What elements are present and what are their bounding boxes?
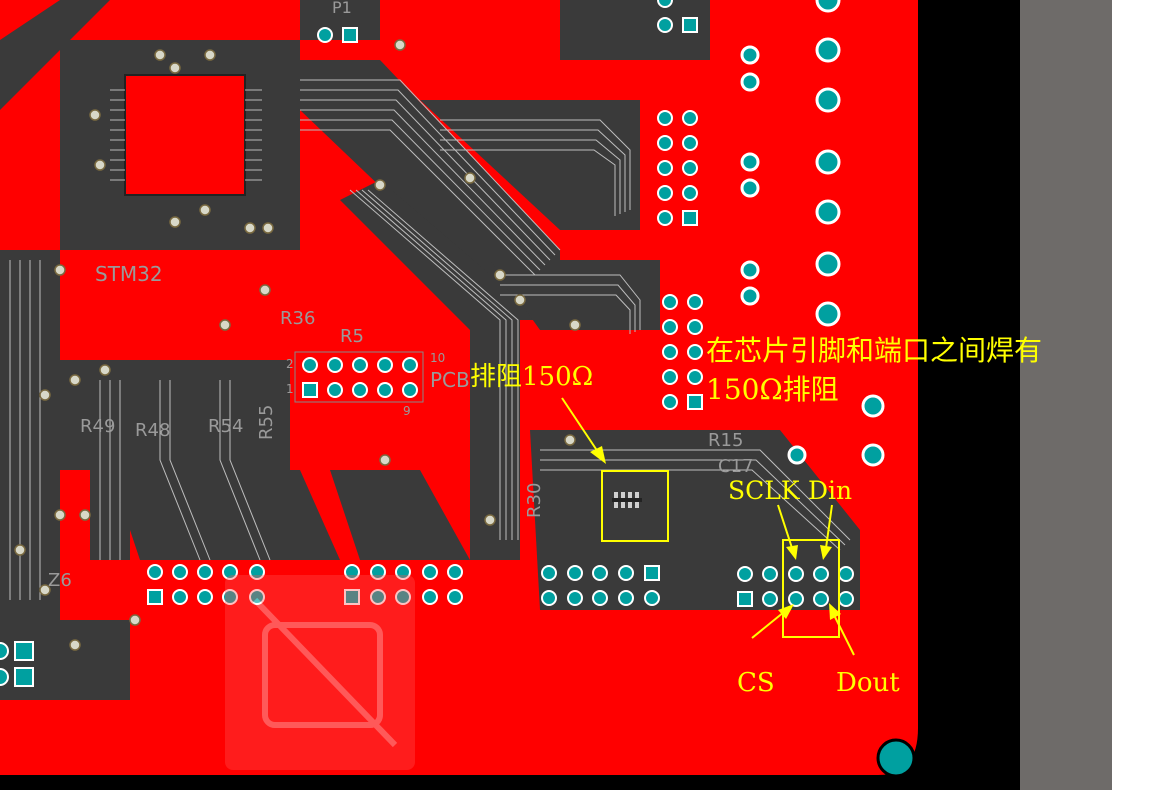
label-sclk: SCLK xyxy=(728,476,800,505)
annotation-array-resistor: 排阻150Ω xyxy=(470,362,594,392)
r48-label: R48 xyxy=(135,420,171,441)
pcb-layout-diagram xyxy=(0,0,1152,790)
side-panel xyxy=(1020,0,1112,790)
r36-label: R36 xyxy=(280,308,316,329)
label-dout: Dout xyxy=(836,668,900,698)
right-margin xyxy=(1112,0,1152,790)
r15-label: R15 xyxy=(708,430,744,451)
chip-label: STM32 xyxy=(95,262,163,286)
pin1-label: 1 xyxy=(286,382,294,396)
annotation-pin-resistor-line2: 150Ω排阻 xyxy=(706,373,839,406)
watermark-logo xyxy=(225,575,415,770)
r54-label: R54 xyxy=(208,416,244,437)
label-cs: CS xyxy=(737,668,775,698)
pin9-label: 9 xyxy=(403,404,411,418)
stm32-chip xyxy=(124,74,246,196)
pin10-label: 10 xyxy=(430,351,446,365)
p1-label: P1 xyxy=(332,0,352,17)
pin2-label: 2 xyxy=(286,357,294,371)
pcb-label: PCB xyxy=(430,368,470,392)
c17-label: C17 xyxy=(718,456,754,477)
label-din: Din xyxy=(808,476,853,505)
r30-label: R30 xyxy=(524,482,545,518)
z6-label: Z6 xyxy=(48,570,72,591)
r55-label: R55 xyxy=(256,404,277,440)
mounting-hole xyxy=(876,738,916,778)
r49-label: R49 xyxy=(80,416,116,437)
annotation-pin-resistor: 在芯片引脚和端口之间焊有 xyxy=(706,334,1043,367)
r5-label: R5 xyxy=(340,326,364,347)
